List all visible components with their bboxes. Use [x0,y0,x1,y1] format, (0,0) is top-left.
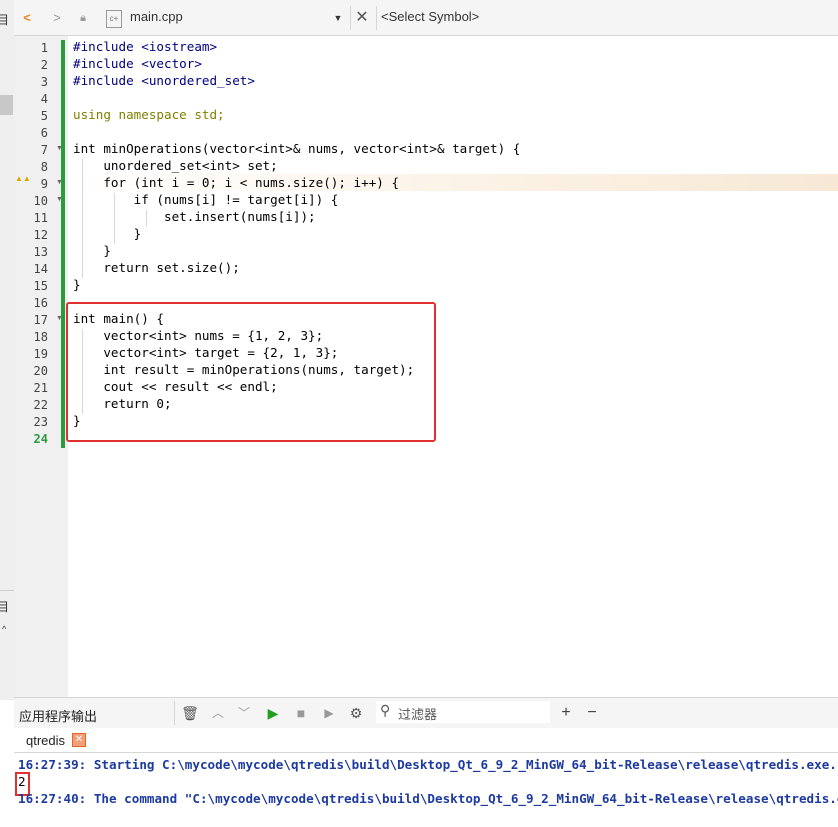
clear-output-icon[interactable]: 🗑︎ [181,703,199,723]
code-line-text: using namespace std; [73,107,225,122]
line-number: 18 [33,330,48,344]
code-line-text: } [73,243,111,258]
code-line: return set.size(); [73,259,520,276]
line-number: 17 [33,313,48,327]
left-sidebar-strip: 目 目 ^ [0,0,15,700]
line-number: 6 [40,126,48,140]
fold-arrow-icon[interactable]: ▼ [56,315,63,322]
output-line: 16:27:39: Starting C:\mycode\mycode\qtre… [18,757,838,772]
stop-icon[interactable]: ■ [293,703,309,723]
line-number: 2 [40,58,48,72]
minimize-icon[interactable]: − [584,703,600,723]
symbol-selector[interactable]: <Select Symbol> [381,9,479,24]
fold-arrow-icon[interactable]: ▼ [56,196,63,203]
line-number: 21 [33,381,48,395]
line-number: 3 [40,75,48,89]
code-line: if (nums[i] != target[i]) { [73,191,520,208]
current-line-number: 24 [33,432,48,446]
forward-arrow-icon[interactable]: > [50,8,64,28]
application-output[interactable]: 16:27:39: Starting C:\mycode\mycode\qtre… [14,753,838,827]
line-number: 1 [40,41,48,55]
code-line: #include <vector> [73,55,520,72]
code-line: unordered_set<int> set; [73,157,520,174]
output-tabs: qtredis ✕ [14,728,838,753]
code-line: } [73,225,520,242]
code-line: } [73,276,520,293]
add-icon[interactable]: + [558,703,574,723]
code-line-text: #include <iostream> [73,39,218,54]
code-line-text: #include <unordered_set> [73,73,255,88]
chevron-down-icon[interactable]: ﹀ [236,703,252,723]
line-number: 15 [33,279,48,293]
change-indicator-bar [61,40,65,448]
sidebar-divider [0,590,14,591]
panel-toggle-icon[interactable]: 目 [0,11,9,28]
filter-placeholder: 过滤器 [398,707,438,722]
toolbar-divider [174,701,175,725]
line-number: 12 [33,228,48,242]
code-line-text: if (nums[i] != target[i]) { [73,192,339,207]
main-function-highlight-box [66,302,436,442]
warning-icon[interactable]: ▲▲ [15,174,31,183]
code-line: #include <iostream> [73,38,520,55]
code-line: set.insert(nums[i]); [73,208,520,225]
line-number: 23 [33,415,48,429]
toolbar-divider [376,6,377,30]
attach-debugger-icon[interactable]: ▶ [321,703,337,723]
fold-arrow-icon[interactable]: ▼ [56,145,63,152]
editor-toolbar: < > 🔒︎ c+ main.cpp ▼ ✕ <Select Symbol> [14,0,838,36]
code-line: } [73,242,520,259]
line-number: 19 [33,347,48,361]
tab-qtredis[interactable]: qtredis ✕ [14,728,94,752]
code-line-text: #include <vector> [73,56,202,71]
line-number: 5 [40,109,48,123]
code-line-text: int minOperations(vector<int>& nums, vec… [73,141,521,156]
line-number: 20 [33,364,48,378]
back-arrow-icon[interactable]: < [20,8,34,28]
code-line-text: unordered_set<int> set; [73,158,278,173]
line-number: 16 [33,296,48,310]
line-number: 22 [33,398,48,412]
search-icon: ⚲ [380,702,391,718]
chevron-up-icon[interactable]: ︿ [210,703,226,723]
current-file-selector[interactable]: main.cpp [130,9,183,24]
line-number: 13 [33,245,48,259]
lock-icon[interactable]: 🔒︎ [76,8,90,28]
code-line: for (int i = 0; i < nums.size(); i++) { [73,174,520,191]
fold-arrow-icon[interactable]: ▼ [56,179,63,186]
output-panel-header: 应用程序输出 🗑︎ ︿ ﹀ ▶ ■ ▶ ⚙ ⚲ 过滤器 + − [14,697,838,729]
output-panel-title: 应用程序输出 [19,709,98,724]
run-icon[interactable]: ▶ [265,703,281,723]
line-number: 4 [40,92,48,106]
code-line: #include <unordered_set> [73,72,520,89]
cpp-file-icon: c+ [106,10,122,28]
chevron-down-icon[interactable]: ▼ [332,8,344,28]
toolbar-divider [350,6,351,30]
panel-toggle-icon-2[interactable]: 目 [0,598,9,615]
code-line-text: } [73,226,142,241]
output-line: 16:27:40: The command "C:\mycode\mycode\… [18,791,838,806]
code-line-text: return set.size(); [73,260,240,275]
chevron-up-icon[interactable]: ^ [2,624,6,634]
line-number: 11 [33,211,48,225]
tab-label: qtredis [26,733,66,748]
filter-input[interactable]: ⚲ 过滤器 [376,701,550,723]
code-line-text: set.insert(nums[i]); [73,209,316,224]
close-file-icon[interactable]: ✕ [354,8,370,28]
sidebar-selected-item[interactable] [0,95,13,115]
code-line: using namespace std; [73,106,520,123]
code-line-text: for (int i = 0; i < nums.size(); i++) { [73,175,400,190]
code-line-text: } [73,277,81,292]
code-line: int minOperations(vector<int>& nums, vec… [73,140,520,157]
line-number: 7 [40,143,48,157]
line-number: 10 [33,194,48,208]
close-tab-icon[interactable]: ✕ [72,733,86,747]
line-number: 14 [33,262,48,276]
settings-gear-icon[interactable]: ⚙ [348,703,364,723]
